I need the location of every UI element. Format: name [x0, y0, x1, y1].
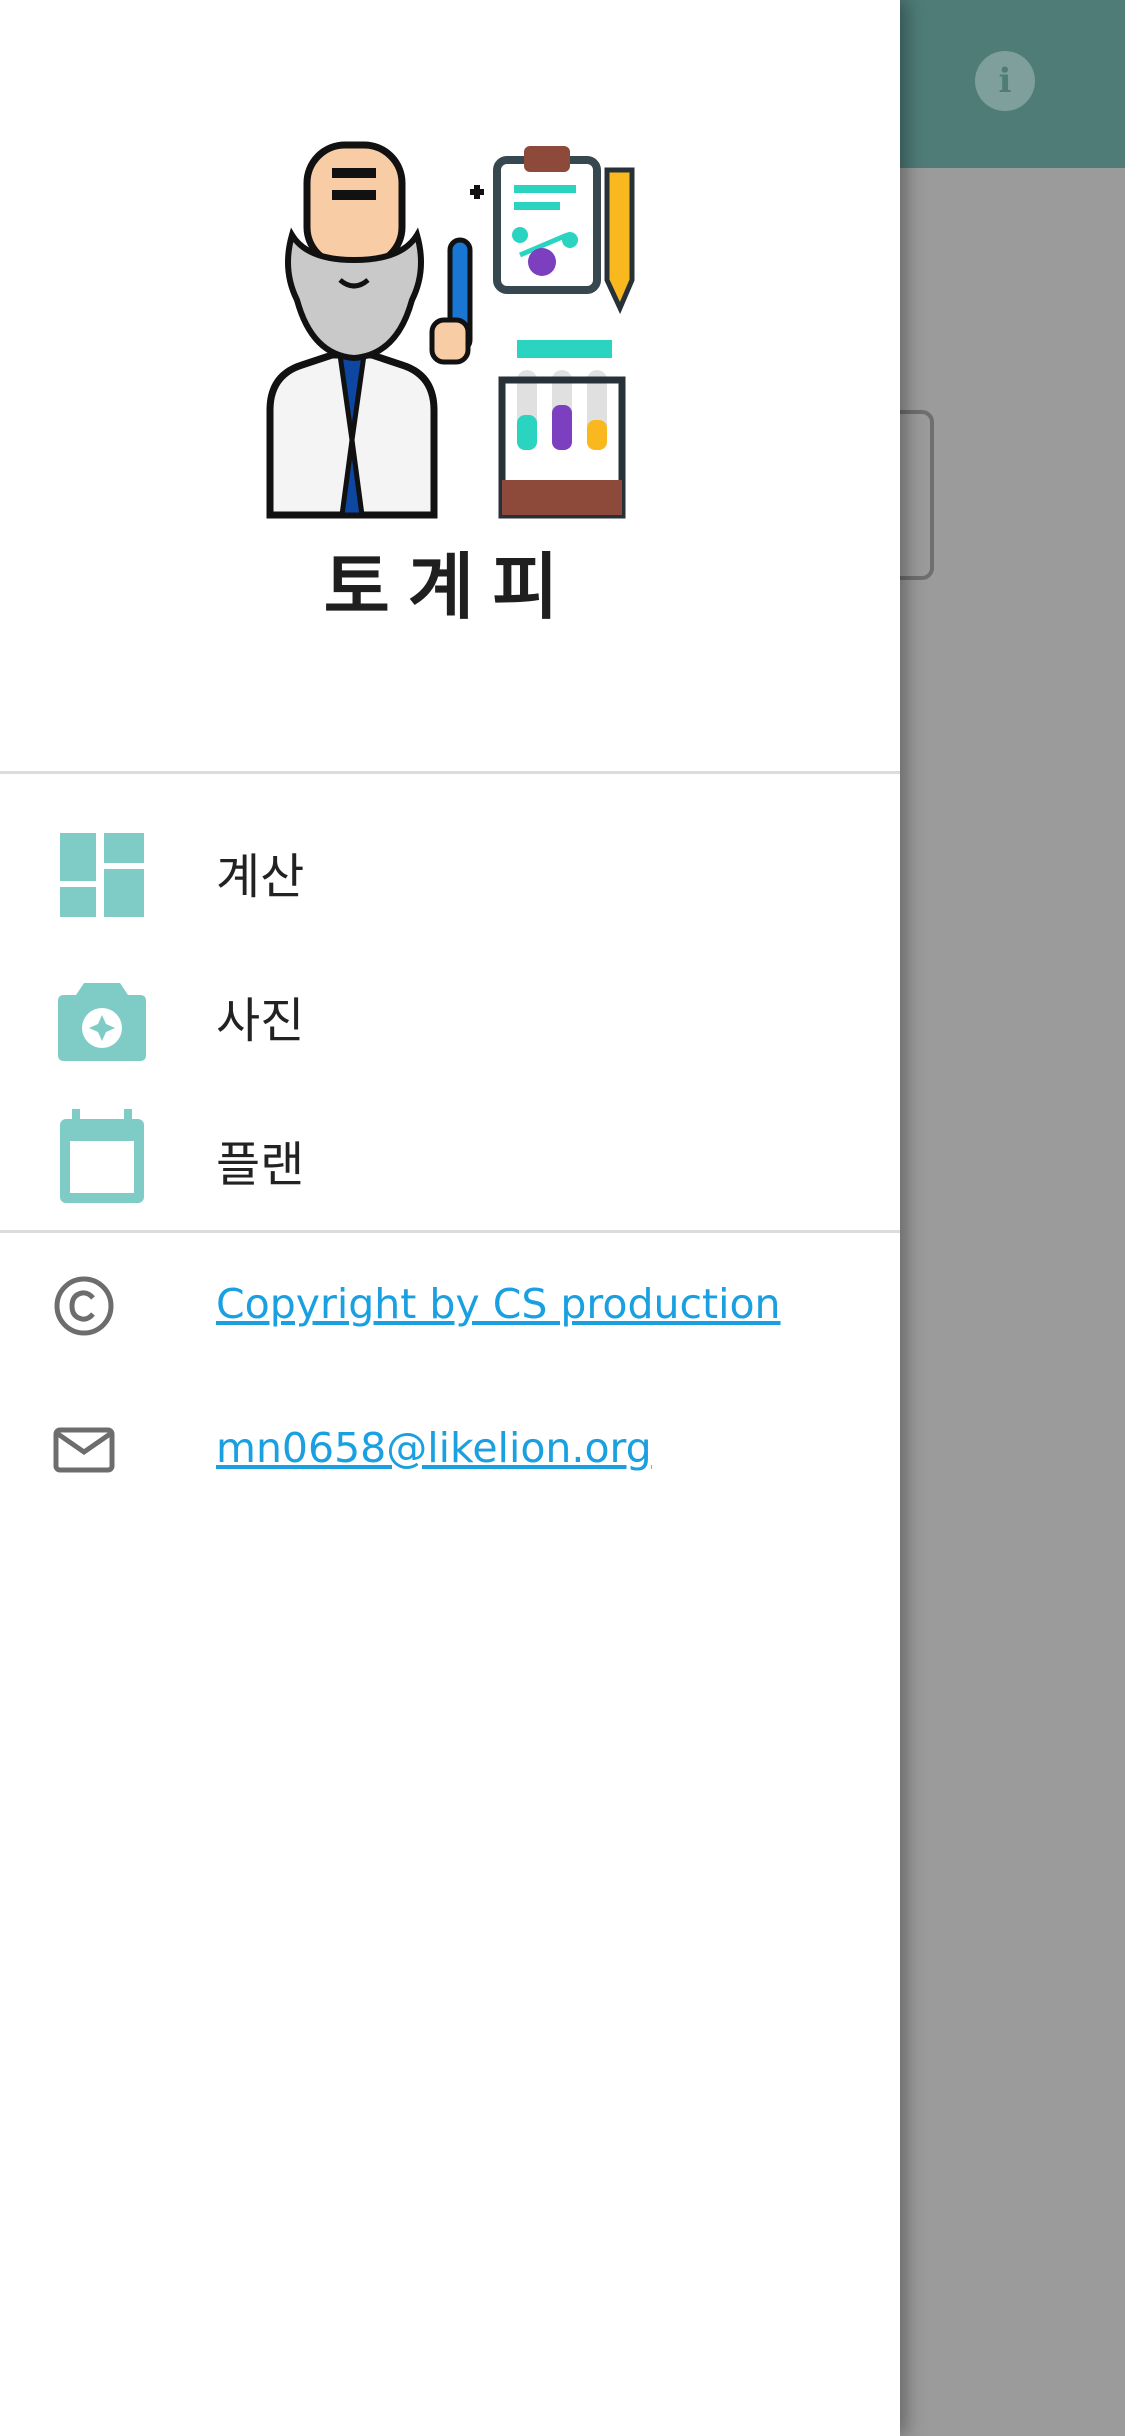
scientist-logo-icon	[266, 141, 635, 519]
info-icon[interactable]: i	[975, 51, 1035, 111]
menu-item-label: 플랜	[216, 1137, 305, 1193]
copyright-link[interactable]: Copyright by CS production	[216, 1280, 781, 1328]
navigation-drawer: 토계피 계산 사진 플랜 Copyright by CS production …	[0, 0, 900, 2436]
email-link[interactable]: mn0658@likelion.org	[216, 1424, 652, 1472]
drawer-header: 토계피	[0, 0, 900, 772]
menu-item-label: 계산	[216, 849, 305, 905]
menu-item-photo[interactable]: 사진	[0, 943, 900, 1087]
app-title: 토계피	[323, 545, 577, 629]
mail-icon	[53, 1427, 115, 1473]
email-row: mn0658@likelion.org	[0, 1400, 900, 1500]
menu-item-plan[interactable]: 플랜	[0, 1087, 900, 1231]
dashboard-icon	[60, 833, 144, 917]
copyright-icon	[54, 1276, 114, 1336]
info-glyph: i	[998, 61, 1012, 101]
menu-divider	[0, 1230, 900, 1233]
camera-icon	[58, 983, 146, 1061]
copyright-row: Copyright by CS production	[0, 1256, 900, 1356]
calendar-icon	[60, 1109, 144, 1203]
header-divider	[0, 771, 900, 774]
menu-item-calculate[interactable]: 계산	[0, 799, 900, 943]
menu-item-label: 사진	[216, 993, 305, 1049]
